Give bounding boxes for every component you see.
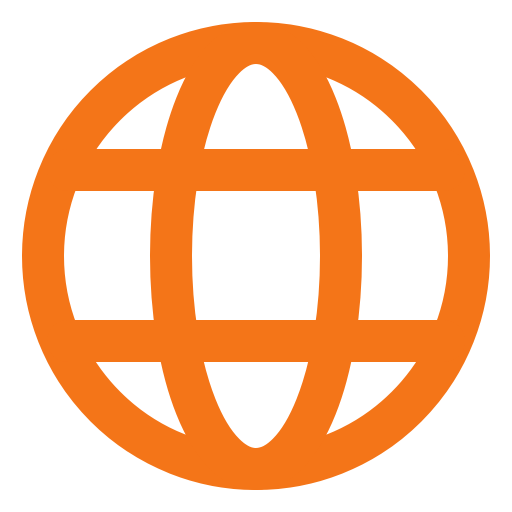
globe-icon — [22, 22, 490, 490]
icon-canvas — [0, 0, 512, 512]
globe-meridian-center — [150, 22, 362, 490]
globe-outline — [22, 22, 490, 490]
